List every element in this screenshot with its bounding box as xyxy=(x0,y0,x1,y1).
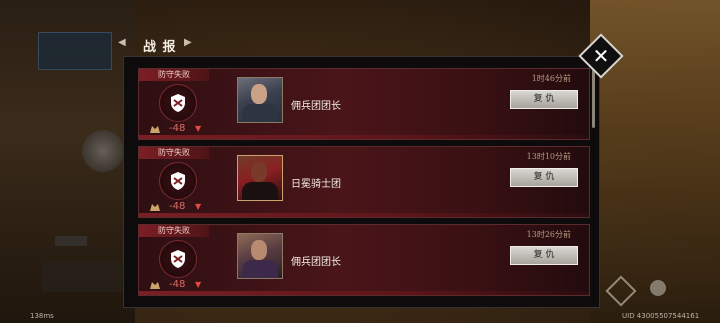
opponent-name: 日冕骑士团 xyxy=(291,179,341,190)
score-change: -48 xyxy=(169,201,186,212)
background-info-box xyxy=(38,32,112,70)
opponent-name: 佣兵团团长 xyxy=(291,101,341,112)
commander-portrait[interactable] xyxy=(237,233,283,279)
portrait-face xyxy=(251,162,267,182)
shield-icon xyxy=(171,250,185,268)
arrow-left-icon: ◀ xyxy=(118,37,126,48)
portrait-armor xyxy=(242,104,278,122)
medal-icon xyxy=(150,204,160,211)
report-time: 13时10分前 xyxy=(526,152,571,161)
medal-icon xyxy=(150,282,160,289)
report-card: 防守失败 1时46分前 -48 ▼ 佣兵团团长 复 仇 xyxy=(138,68,590,140)
background-pill xyxy=(55,236,87,246)
shield-badge xyxy=(159,84,197,122)
portrait-face xyxy=(251,240,267,260)
shield-icon xyxy=(171,94,185,112)
shield-badge xyxy=(159,162,197,200)
score-change: -48 xyxy=(169,279,186,290)
battle-report-panel: 防守失败 1时46分前 -48 ▼ 佣兵团团长 复 仇 防守失败 13时10分前 xyxy=(123,56,600,308)
portrait-face xyxy=(251,84,267,104)
report-time: 1时46分前 xyxy=(531,74,571,83)
portrait-armor xyxy=(242,182,278,200)
shield-icon xyxy=(171,172,185,190)
report-time: 13时26分前 xyxy=(526,230,571,239)
down-arrow-icon: ▼ xyxy=(195,280,202,289)
revenge-button[interactable]: 复 仇 xyxy=(510,90,578,109)
down-arrow-icon: ▼ xyxy=(195,202,202,211)
portrait-armor xyxy=(242,260,278,278)
background-orb xyxy=(82,130,124,172)
opponent-name: 佣兵团团长 xyxy=(291,257,341,268)
arrow-right-icon: ▶ xyxy=(184,37,192,48)
report-card: 防守失败 13时26分前 -48 ▼ 佣兵团团长 复 仇 xyxy=(138,224,590,296)
commander-portrait[interactable] xyxy=(237,77,283,123)
defense-failed-tag: 防守失败 xyxy=(139,147,209,159)
revenge-button[interactable]: 复 仇 xyxy=(510,168,578,187)
report-card: 防守失败 13时10分前 -48 ▼ 日冕骑士团 复 仇 xyxy=(138,146,590,218)
latency-readout: 138ms xyxy=(30,312,54,320)
down-arrow-icon: ▼ xyxy=(195,124,202,133)
page-title: 战 报 xyxy=(143,40,177,55)
guild-emblem-portrait[interactable] xyxy=(237,155,283,201)
shield-badge xyxy=(159,240,197,278)
defense-failed-tag: 防守失败 xyxy=(139,69,209,81)
defense-failed-tag: 防守失败 xyxy=(139,225,209,237)
score-change: -48 xyxy=(169,123,186,134)
scrollbar[interactable] xyxy=(592,68,595,128)
user-id: UID 43005507544161 xyxy=(622,312,700,320)
background-stats xyxy=(42,262,122,292)
background-round-icon xyxy=(650,280,666,296)
medal-icon xyxy=(150,126,160,133)
revenge-button[interactable]: 复 仇 xyxy=(510,246,578,265)
